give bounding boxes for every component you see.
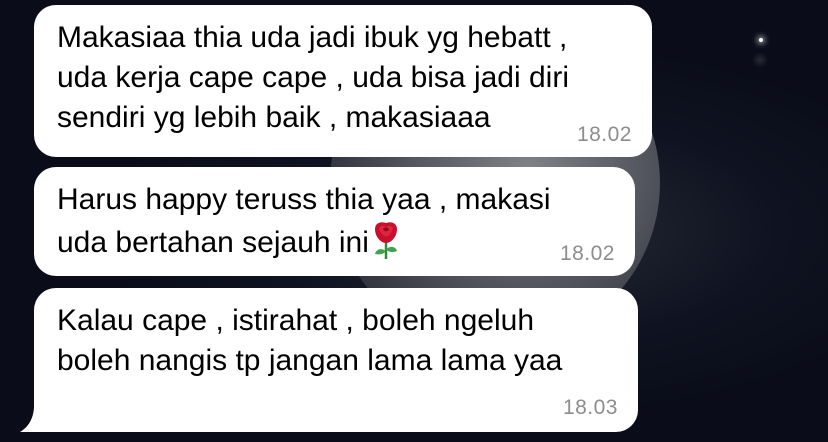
message-timestamp: 18.02 [576, 123, 632, 146]
message-timestamp: 18.03 [562, 396, 618, 419]
message-bubble[interactable]: Kalau cape , istirahat , boleh ngeluh bo… [34, 288, 638, 432]
message-timestamp: 18.02 [559, 242, 615, 265]
message-text: Harus happy teruss thia yaa , makasi uda… [57, 183, 551, 259]
bubble-tail [20, 400, 54, 432]
message-text: Kalau cape , istirahat , boleh ngeluh bo… [57, 304, 563, 377]
rose-icon [374, 222, 397, 259]
message-text: Makasiaa thia uda jadi ibuk yg hebatt , … [57, 21, 569, 134]
message-bubble[interactable]: Harus happy teruss thia yaa , makasi uda… [34, 167, 635, 276]
star-icon [759, 38, 763, 42]
message-bubble[interactable]: Makasiaa thia uda jadi ibuk yg hebatt , … [34, 5, 652, 157]
